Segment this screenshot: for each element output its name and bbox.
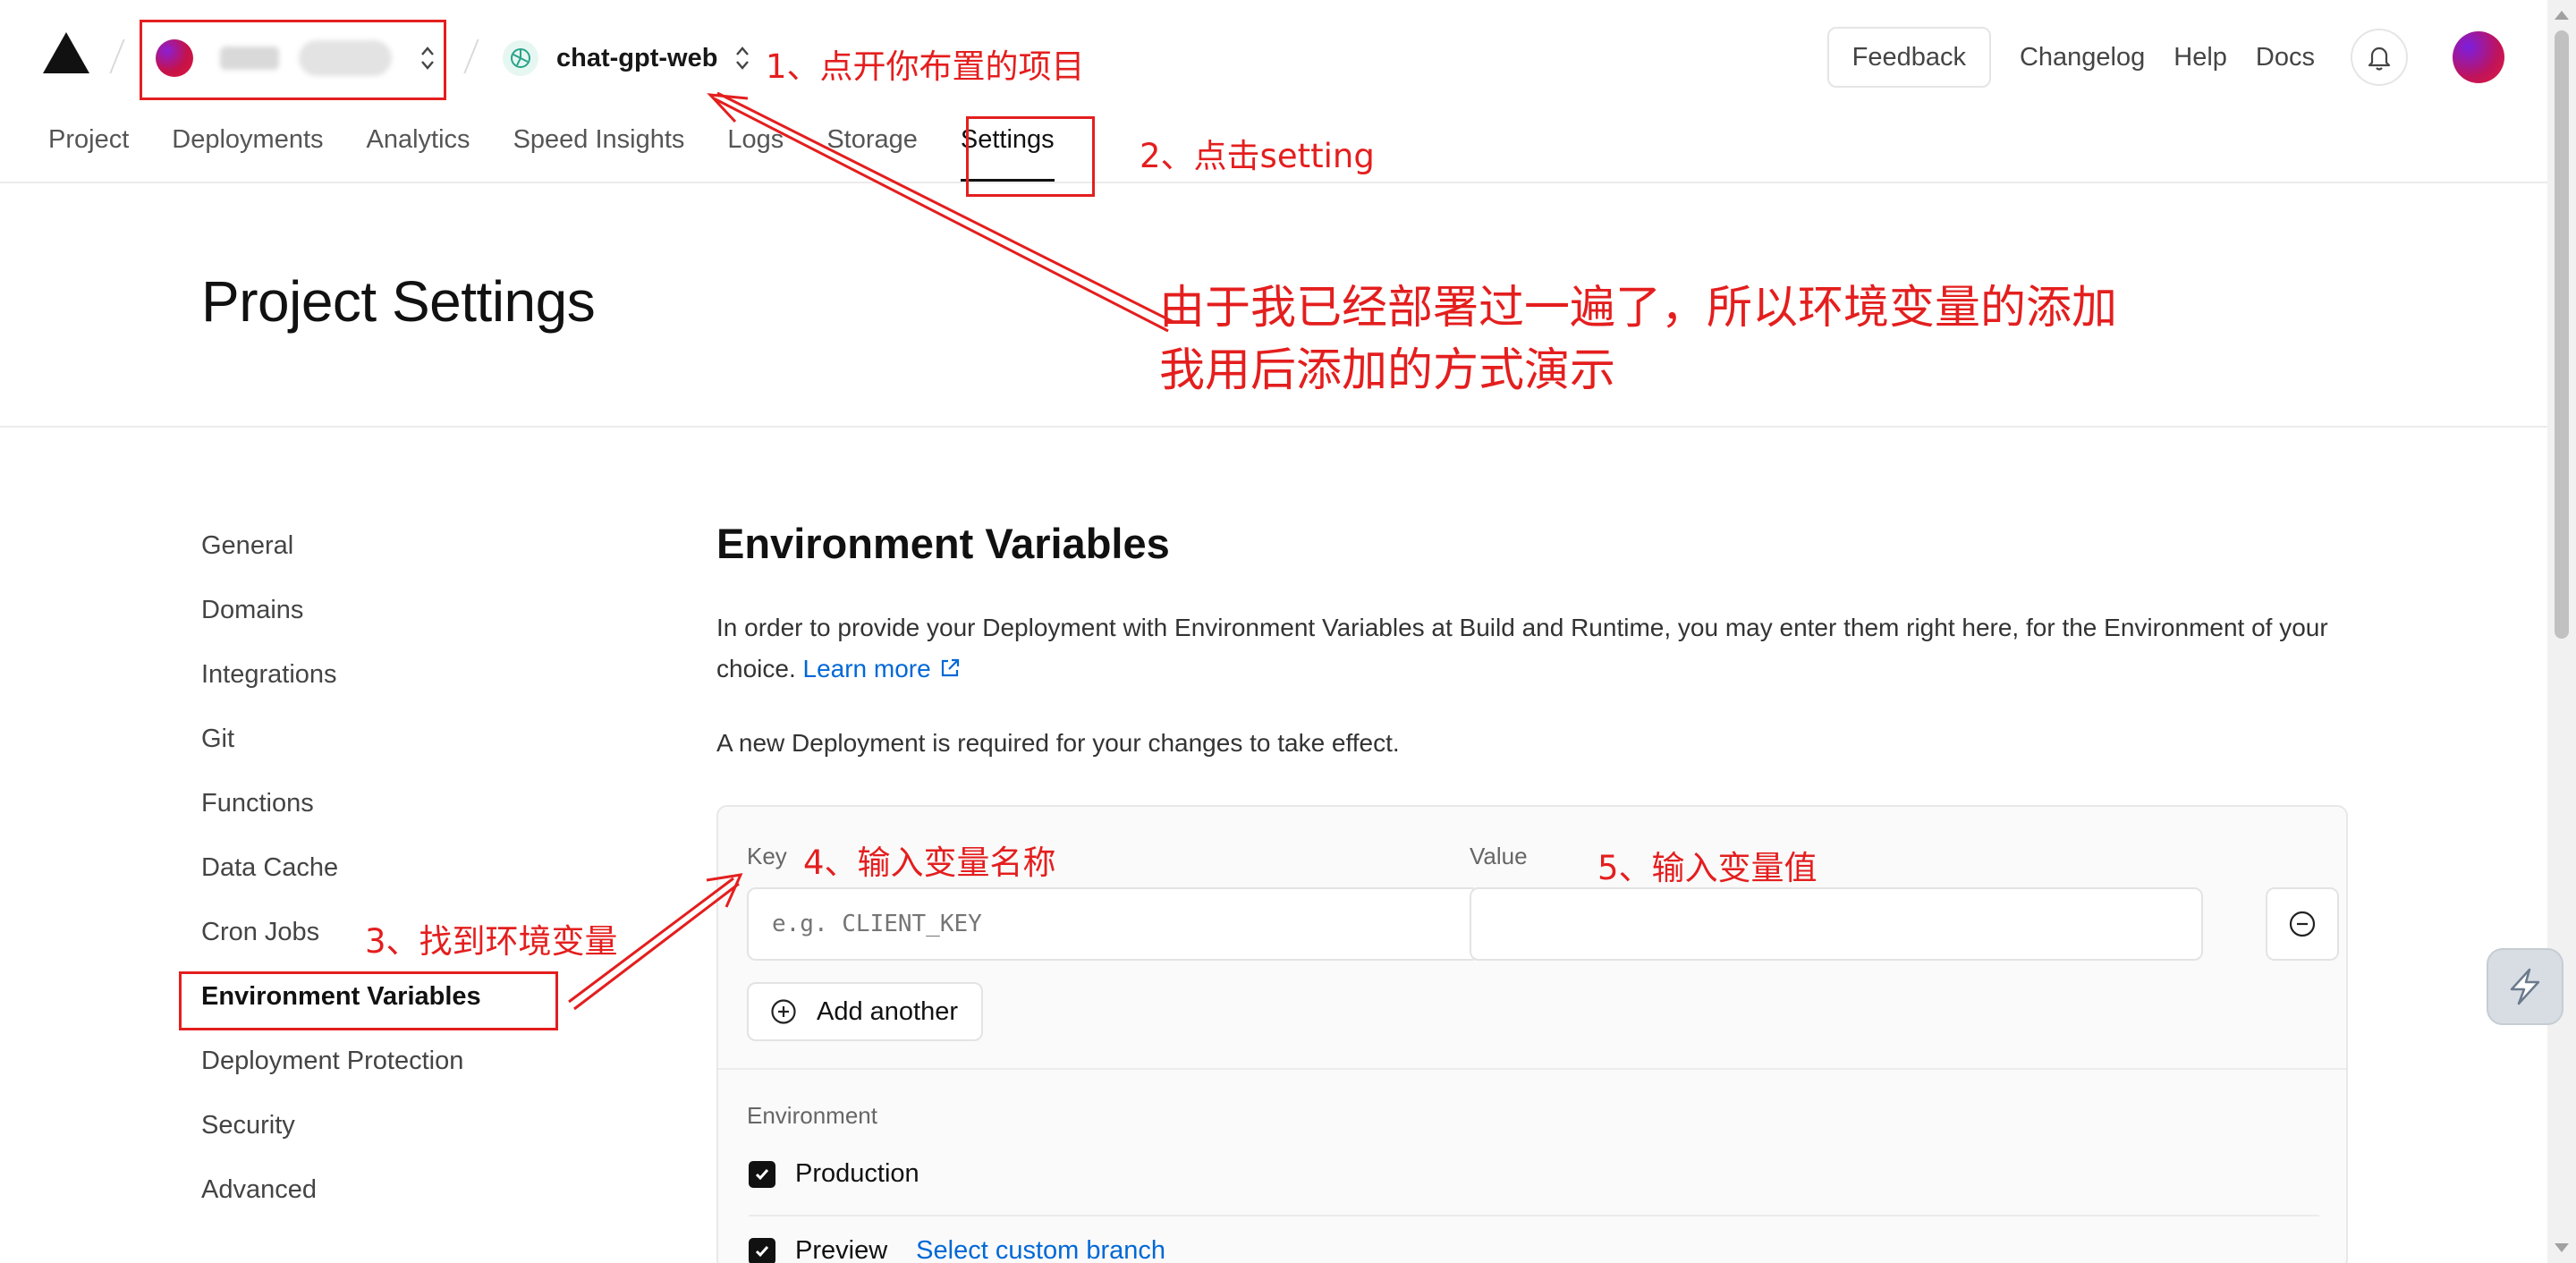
add-another-label: Add another (817, 996, 959, 1026)
value-input[interactable] (1470, 887, 2203, 961)
breadcrumb-separator (463, 39, 479, 73)
external-link-icon (941, 658, 959, 677)
sidebar-item-general[interactable]: General (201, 528, 481, 592)
feedback-button[interactable]: Feedback (1826, 27, 1991, 88)
project-name: chat-gpt-web (556, 43, 718, 72)
checkmark-icon (755, 1168, 769, 1180)
learn-more-link[interactable]: Learn more (803, 655, 962, 682)
sidebar-item-git[interactable]: Git (201, 721, 481, 785)
annotation-note-line1: 由于我已经部署过一遍了，所以环境变量的添加 (1159, 282, 2118, 335)
learn-more-label: Learn more (802, 655, 931, 682)
sidebar-item-deployment-protection[interactable]: Deployment Protection (201, 1043, 481, 1107)
annotation-note-line2: 我用后添加的方式演示 (1159, 344, 1616, 397)
annotation-box-team (140, 20, 446, 100)
page-scrollbar[interactable] (2547, 0, 2576, 1263)
sidebar-item-domains[interactable]: Domains (201, 592, 481, 657)
tab-storage[interactable]: Storage (826, 114, 918, 182)
minus-circle-icon (2289, 911, 2316, 937)
annotation-note: 由于我已经部署过一遍了，所以环境变量的添加 我用后添加的方式演示 (1159, 277, 2117, 403)
environment-label: Environment (747, 1102, 877, 1129)
tab-speed-insights[interactable]: Speed Insights (513, 114, 685, 182)
checkmark-icon (755, 1245, 769, 1257)
hero-divider (0, 426, 2547, 428)
project-switcher[interactable]: chat-gpt-web (503, 36, 753, 81)
key-input[interactable] (747, 887, 1480, 961)
annotation-step1: 1、点开你布置的项目 (766, 47, 1085, 86)
section-title: Environment Variables (716, 520, 1170, 567)
preview-checkbox[interactable] (749, 1237, 775, 1263)
annotation-step3: 3、找到环境变量 (365, 922, 618, 961)
plus-circle-icon (771, 999, 796, 1024)
page-title: Project Settings (201, 269, 596, 334)
annotation-box-settings (966, 116, 1095, 197)
user-avatar[interactable] (2453, 31, 2504, 83)
help-link[interactable]: Help (2174, 43, 2227, 72)
tab-logs[interactable]: Logs (727, 114, 784, 182)
floating-assistant-icon (2510, 968, 2540, 1005)
annotation-box-env-vars (179, 971, 558, 1030)
tab-analytics[interactable]: Analytics (367, 114, 470, 182)
remove-row-button[interactable] (2266, 887, 2339, 961)
card-divider (718, 1068, 2346, 1070)
tab-deployments[interactable]: Deployments (172, 114, 323, 182)
row-divider (749, 1215, 2319, 1216)
vercel-logo-icon[interactable] (43, 32, 89, 73)
scroll-up-arrow-icon[interactable] (2555, 11, 2569, 20)
scroll-down-arrow-icon[interactable] (2555, 1243, 2569, 1252)
settings-sidebar: General Domains Integrations Git Functio… (201, 528, 481, 1236)
chevron-updown-icon[interactable] (732, 42, 753, 74)
key-label: Key (747, 843, 787, 869)
production-label: Production (795, 1159, 919, 1188)
add-another-button[interactable]: Add another (747, 982, 984, 1041)
production-checkbox[interactable] (749, 1160, 775, 1188)
changelog-link[interactable]: Changelog (2020, 43, 2145, 72)
env-preview-row[interactable]: Preview Select custom branch (749, 1236, 1165, 1263)
floating-assistant-button[interactable] (2487, 948, 2563, 1025)
sidebar-item-security[interactable]: Security (201, 1107, 481, 1172)
bell-icon (2368, 47, 2391, 71)
annotation-step4: 4、输入变量名称 (803, 843, 1056, 882)
openai-icon (503, 40, 538, 76)
notifications-button[interactable] (2351, 29, 2408, 86)
sidebar-item-advanced[interactable]: Advanced (201, 1172, 481, 1236)
preview-label: Preview (795, 1236, 888, 1263)
breadcrumb-separator (109, 39, 125, 73)
annotation-step5: 5、输入变量值 (1597, 849, 1818, 887)
sidebar-item-functions[interactable]: Functions (201, 785, 481, 850)
project-tabs: Project Deployments Analytics Speed Insi… (48, 114, 1097, 182)
tab-project[interactable]: Project (48, 114, 129, 182)
header-divider (0, 182, 2547, 183)
section-description: In order to provide your Deployment with… (716, 607, 2344, 690)
sidebar-item-integrations[interactable]: Integrations (201, 657, 481, 721)
env-production-row[interactable]: Production (749, 1159, 919, 1189)
scroll-thumb[interactable] (2555, 30, 2569, 639)
select-custom-branch-link[interactable]: Select custom branch (916, 1236, 1165, 1263)
annotation-step2: 2、点击setting (1140, 137, 1375, 175)
redeploy-note: A new Deployment is required for your ch… (716, 729, 1400, 757)
header-actions: Feedback Changelog Help Docs (1826, 27, 2504, 88)
env-vars-section: Environment Variables In order to provid… (716, 519, 2348, 758)
value-label: Value (1470, 843, 1528, 869)
sidebar-item-data-cache[interactable]: Data Cache (201, 850, 481, 914)
docs-link[interactable]: Docs (2256, 43, 2315, 72)
